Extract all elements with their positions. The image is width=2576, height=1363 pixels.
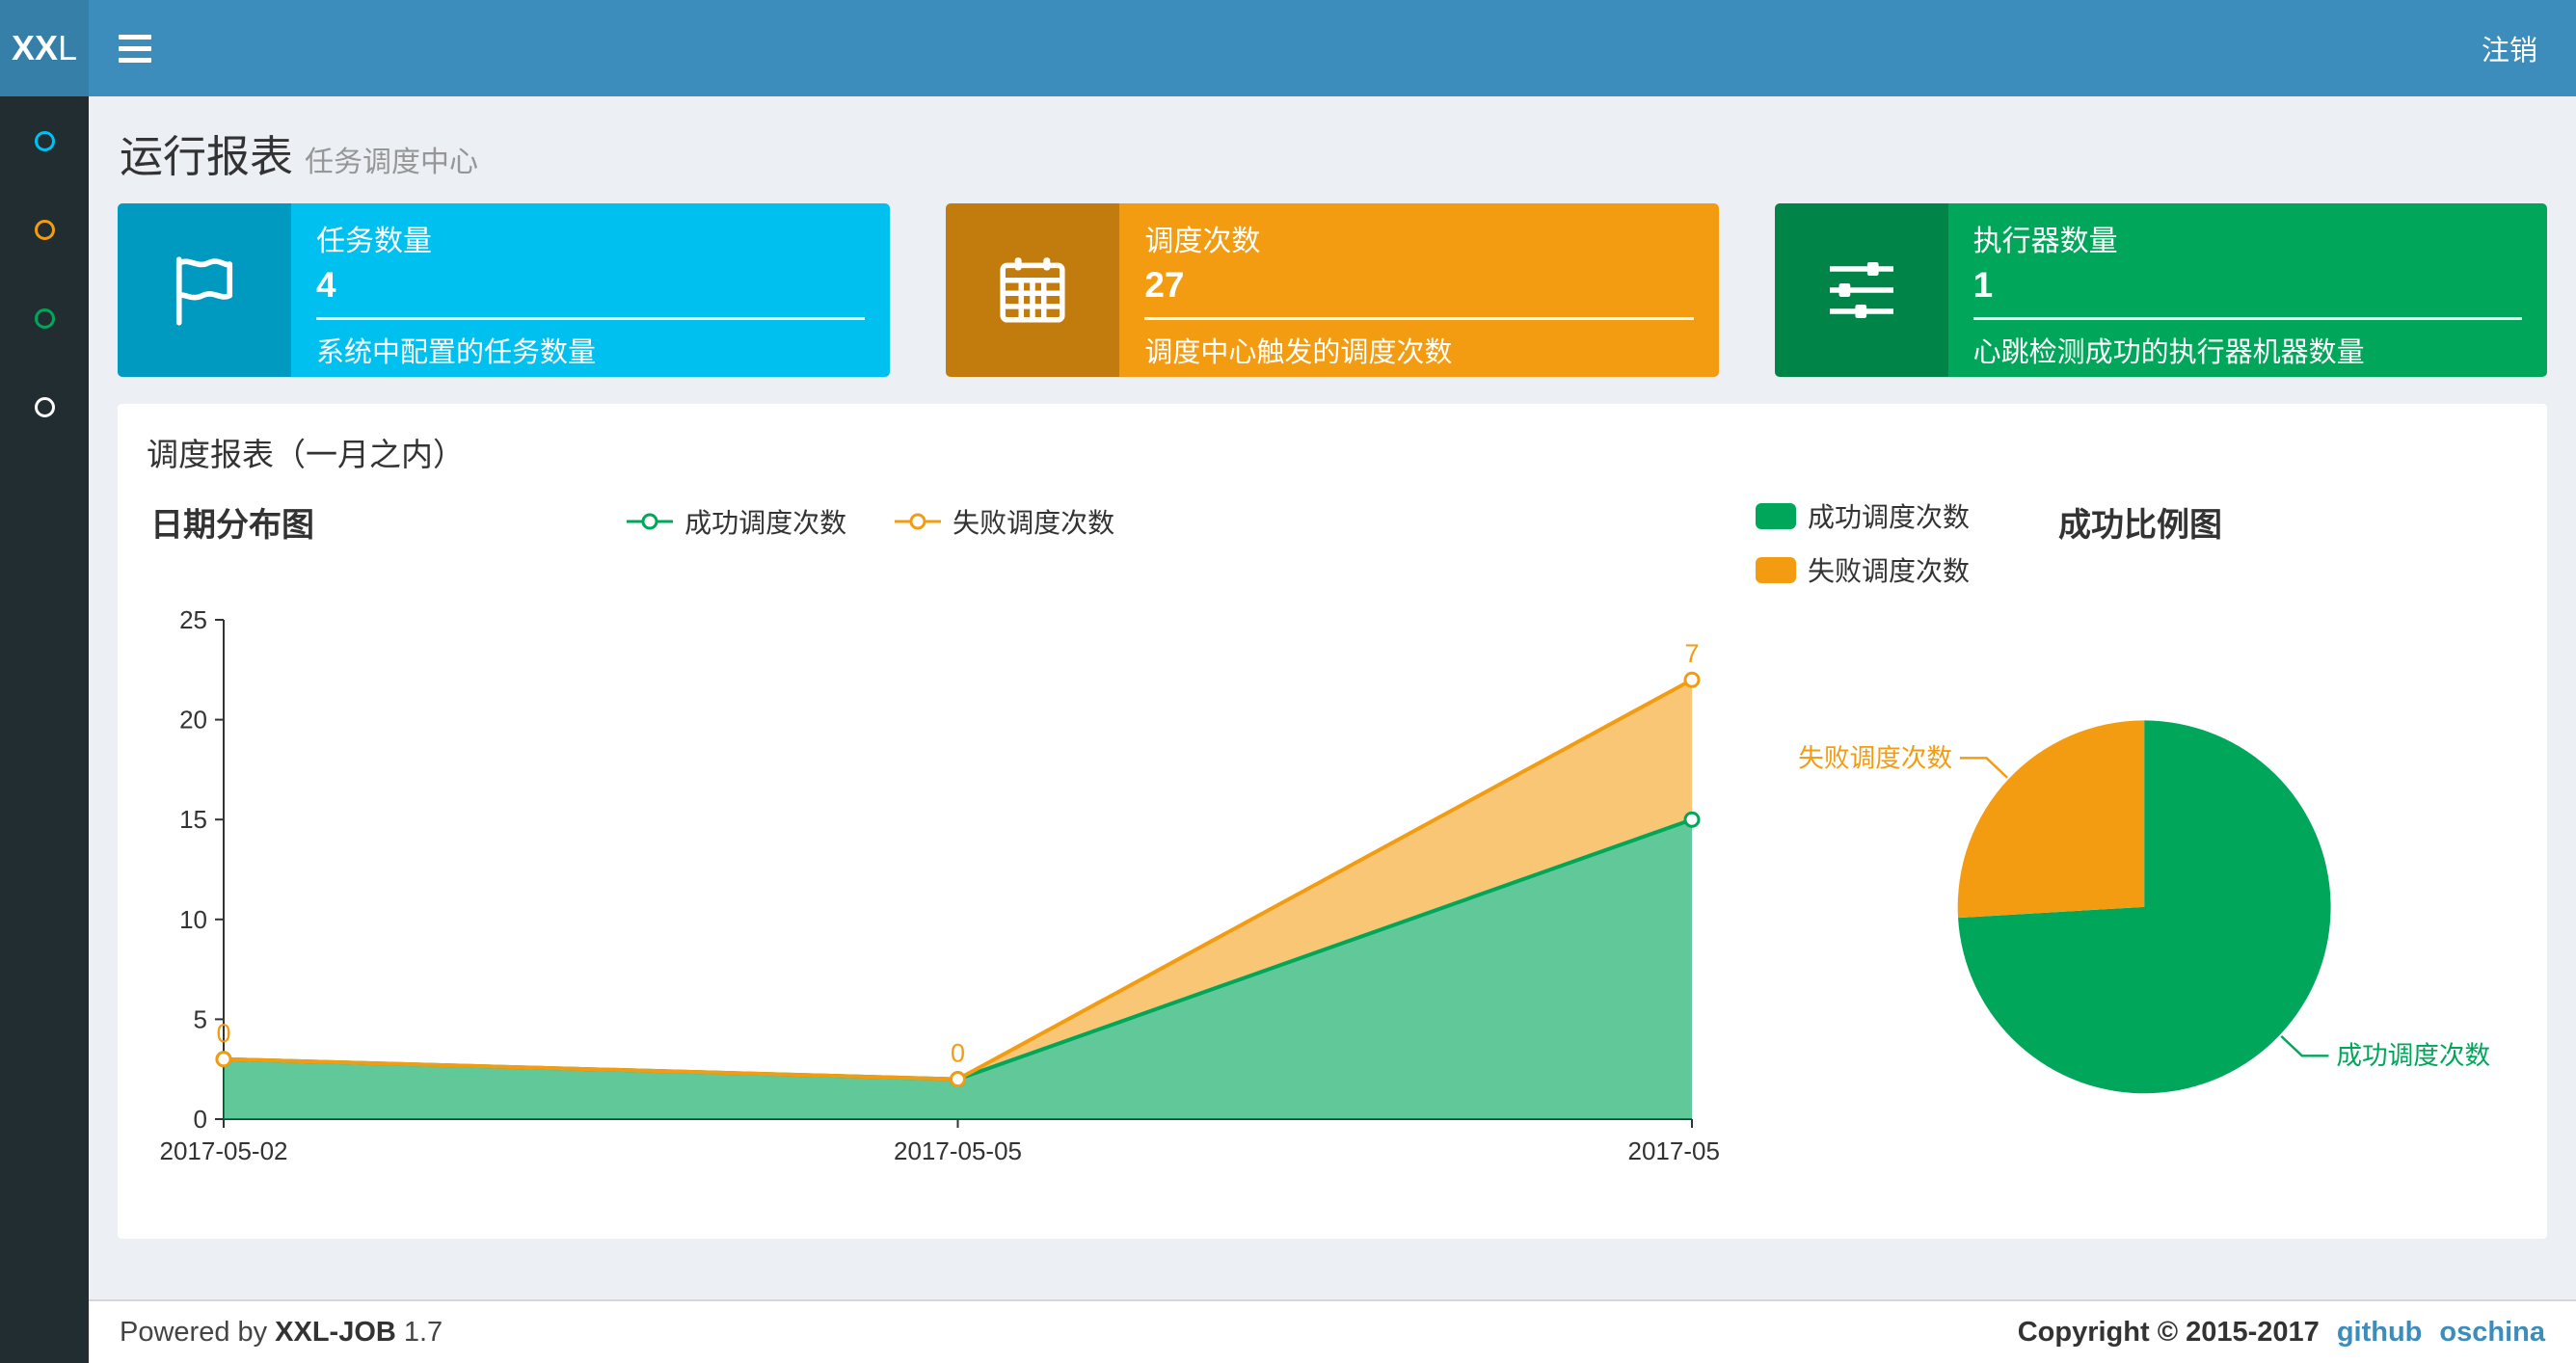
- legend-line-icon: [627, 513, 674, 530]
- info-box-title: 调度次数: [1144, 226, 1261, 257]
- svg-text:20: 20: [179, 706, 207, 735]
- info-box-desc: 心跳检测成功的执行器机器数量: [1972, 337, 2365, 368]
- date-distribution-chart: 日期分布图 成功调度次数 失败调度次数 0 5 10 15 20 25 2017-05-02 2…: [145, 489, 1721, 1217]
- legend-item[interactable]: 成功调度次数: [1756, 496, 1970, 535]
- footer: Powered by XXL-JOB 1.7 Copyright © 2015-20…: [89, 1299, 2576, 1363]
- info-box-row: 任务数量 4 系统中配置的任务数量 调度次数 27 调度中心触发的调度次数 执行…: [89, 203, 2576, 377]
- sidebar-item-2[interactable]: [0, 185, 89, 274]
- divider: [1972, 317, 2522, 320]
- divider: [316, 317, 866, 320]
- hamburger-icon: [119, 34, 151, 40]
- info-box-triggers: 调度次数 27 调度中心触发的调度次数: [946, 203, 1719, 377]
- github-link[interactable]: github: [2337, 1317, 2423, 1349]
- legend-label: 失败调度次数: [1808, 556, 1971, 586]
- logout-link[interactable]: 注销: [2443, 0, 2576, 96]
- sidebar-item-4[interactable]: [0, 362, 89, 451]
- oschina-link[interactable]: oschina: [2439, 1317, 2545, 1349]
- top-navbar: XX L 注销: [0, 0, 2576, 96]
- svg-text:0: 0: [216, 1019, 230, 1048]
- info-box-desc: 调度中心触发的调度次数: [1144, 337, 1453, 368]
- svg-text:0: 0: [951, 1039, 965, 1068]
- svg-text:失败调度次数: 失败调度次数: [1798, 743, 1952, 772]
- info-box-title: 执行器数量: [1972, 226, 2118, 257]
- pie-chart-svg: 成功调度次数 失败调度次数: [1798, 720, 2490, 1094]
- svg-text:10: 10: [179, 905, 207, 934]
- svg-text:0: 0: [194, 1105, 207, 1134]
- svg-text:7: 7: [1684, 639, 1699, 668]
- circle-icon: [34, 307, 55, 329]
- flag-icon: [118, 203, 291, 377]
- legend-label: 失败调度次数: [953, 508, 1115, 538]
- logo-text: L: [58, 28, 78, 67]
- circle-icon: [34, 396, 55, 417]
- info-box-body: 执行器数量 1 心跳检测成功的执行器机器数量: [1948, 203, 2547, 377]
- legend-item[interactable]: 失败调度次数: [893, 502, 1114, 541]
- svg-text:5: 5: [194, 1004, 207, 1033]
- content-area: 运行报表 任务调度中心 任务数量 4 系统中配置的任务数量 调度次数 27 调度…: [89, 96, 2576, 1299]
- sidebar-item-3[interactable]: [0, 274, 89, 362]
- line-chart-legend: 成功调度次数 失败调度次数: [625, 502, 1114, 541]
- circle-icon: [34, 130, 55, 151]
- page-title: 运行报表 任务调度中心: [120, 121, 2545, 184]
- svg-text:15: 15: [179, 805, 207, 834]
- info-box-executors: 执行器数量 1 心跳检测成功的执行器机器数量: [1774, 203, 2547, 377]
- footer-powered-by: Powered by XXL-JOB 1.7: [120, 1317, 450, 1349]
- svg-text:2017-05-08: 2017-05-08: [1628, 1136, 1722, 1165]
- page-header: 运行报表 任务调度中心: [89, 96, 2576, 203]
- calendar-icon: [946, 203, 1120, 377]
- svg-text:25: 25: [179, 605, 207, 634]
- legend-label: 成功调度次数: [1808, 502, 1971, 532]
- legend-swatch: [1756, 556, 1796, 583]
- sidebar: [0, 96, 89, 1363]
- sidebar-toggle-button[interactable]: [89, 0, 181, 96]
- copyright-text: Copyright © 2015-2017: [2017, 1316, 2320, 1348]
- success-ratio-chart: 成功调度次数 失败调度次数 成功比例图 成功调度次数 失败调度次数: [1721, 489, 2520, 1217]
- page-title-text: 运行报表: [120, 132, 294, 181]
- pie-chart-title: 成功比例图: [2058, 507, 2223, 544]
- info-box-value: 27: [1144, 265, 1185, 305]
- svg-text:2017-05-02: 2017-05-02: [160, 1136, 288, 1165]
- info-box-body: 调度次数 27 调度中心触发的调度次数: [1119, 203, 1718, 377]
- line-chart-title: 日期分布图: [150, 507, 314, 544]
- panel-title: 调度报表（一月之内）: [147, 437, 465, 472]
- legend-item[interactable]: 成功调度次数: [625, 502, 846, 541]
- legend-label: 成功调度次数: [684, 508, 847, 538]
- legend-swatch: [1756, 502, 1796, 529]
- sidebar-item-1[interactable]: [0, 96, 89, 185]
- app-name: XXL-JOB: [275, 1316, 396, 1348]
- info-box-value: 1: [1972, 265, 1994, 305]
- info-box-body: 任务数量 4 系统中配置的任务数量: [291, 203, 890, 377]
- pie-chart-legend: 成功调度次数 失败调度次数: [1721, 496, 1970, 589]
- legend-item[interactable]: 失败调度次数: [1756, 550, 1970, 589]
- app-version: 1.7: [403, 1316, 443, 1348]
- app-logo[interactable]: XX L: [0, 0, 89, 96]
- footer-copyright: Copyright © 2015-2017 github oschina: [2018, 1317, 2545, 1349]
- charts-row: 日期分布图 成功调度次数 失败调度次数 0 5 10 15 20 25 2017-05-02 2…: [118, 479, 2547, 1239]
- sliders-icon: [1774, 203, 1948, 377]
- report-panel: 调度报表（一月之内） 日期分布图 成功调度次数 失败调度次数 0 5 10 15 20 25…: [118, 404, 2547, 1239]
- svg-text:2017-05-05: 2017-05-05: [894, 1136, 1022, 1165]
- powered-by-text: Powered by: [120, 1316, 268, 1348]
- circle-icon: [34, 219, 55, 240]
- logo-text-bold: XX: [11, 28, 58, 67]
- info-box-value: 4: [316, 265, 336, 305]
- info-box-desc: 系统中配置的任务数量: [316, 337, 597, 368]
- svg-text:成功调度次数: 成功调度次数: [2336, 1041, 2490, 1070]
- info-box-title: 任务数量: [316, 226, 432, 257]
- info-box-tasks: 任务数量 4 系统中配置的任务数量: [118, 203, 891, 377]
- line-chart-svg: 05101520252017-05-022017-05-052017-05-08…: [160, 605, 1722, 1165]
- page-subtitle: 任务调度中心: [305, 147, 479, 178]
- legend-line-icon: [895, 513, 942, 530]
- divider: [1144, 317, 1694, 320]
